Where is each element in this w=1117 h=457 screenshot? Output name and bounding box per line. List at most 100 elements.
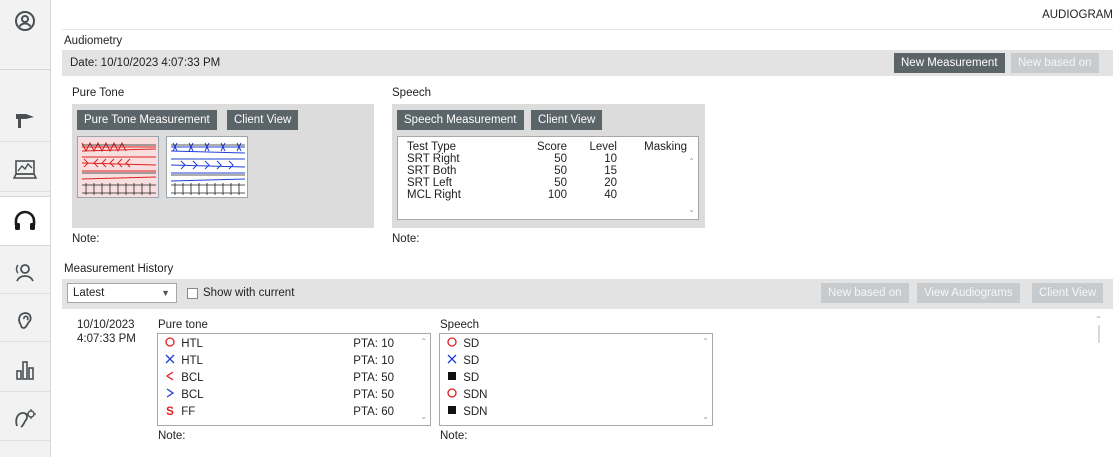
speech-box: Speech Measurement Client View Test Type…: [392, 104, 705, 228]
list-item-pta: PTA: 60: [353, 406, 394, 418]
list-item[interactable]: SDN: [444, 405, 487, 420]
list-item[interactable]: S FF PTA: 60: [162, 405, 394, 420]
measurement-date: Date: 10/10/2023 4:07:33 PM: [70, 57, 221, 69]
bar-chart-icon: [14, 359, 36, 381]
sidebar-item-otoscope[interactable]: [0, 98, 50, 142]
list-item-pta: PTA: 10: [353, 355, 394, 367]
list-item[interactable]: SD: [444, 354, 479, 369]
table-row[interactable]: MCL Right 100 40: [407, 189, 687, 201]
view-audiograms-button[interactable]: View Audiograms: [917, 283, 1020, 303]
history-panel: Latest ▼ Show with current New based on …: [62, 279, 1113, 457]
square-icon: [444, 405, 460, 420]
table-row[interactable]: SRT Both 50 15: [407, 165, 687, 177]
list-item-label: BCL: [181, 389, 204, 401]
list-item[interactable]: SD: [444, 337, 479, 352]
scroll-down-icon[interactable]: ⌄: [702, 412, 709, 421]
right-ear-audiogram-thumbnail[interactable]: [77, 136, 159, 198]
table-row[interactable]: SRT Right 50 10: [407, 153, 687, 165]
history-scrollbar[interactable]: [1098, 325, 1100, 343]
speech-label: Speech: [392, 87, 432, 99]
sidebar-item-speech[interactable]: [0, 250, 50, 294]
list-item-label: SD: [463, 355, 480, 367]
list-item[interactable]: SDN: [444, 388, 487, 403]
scroll-down-icon[interactable]: ⌄: [420, 412, 427, 421]
new-based-on-button[interactable]: New based on: [1011, 53, 1099, 73]
scroll-up-icon[interactable]: ⌃: [420, 337, 427, 346]
sidebar-item-ear[interactable]: [0, 298, 50, 342]
cross-icon: [444, 354, 460, 369]
pure-tone-label: Pure Tone: [72, 87, 125, 99]
speech-note-label: Note:: [392, 233, 420, 245]
list-item[interactable]: HTL PTA: 10: [162, 354, 394, 369]
cell-masking: [617, 177, 687, 189]
list-item-label: HTL: [181, 355, 203, 367]
col-score: Score: [536, 141, 567, 153]
circle-icon: [444, 337, 460, 352]
sidebar-item-statistics[interactable]: [0, 348, 50, 392]
page-title: AUDIOGRAM: [1042, 9, 1113, 21]
list-item-pta: PTA: 50: [353, 372, 394, 384]
history-entry[interactable]: 10/10/2023 4:07:33 PM Pure tone HTL PTA:…: [67, 315, 1108, 447]
show-with-current-label: Show with current: [203, 287, 295, 299]
scroll-down-icon[interactable]: ⌄: [688, 205, 695, 214]
pure-tone-client-view-button[interactable]: Client View: [227, 110, 299, 130]
history-speech-label: Speech: [440, 319, 480, 331]
headphones-icon: [13, 209, 37, 233]
history-speech-list[interactable]: SD SD SD SDN SDN ⌃ ⌄: [439, 333, 713, 426]
history-toolbar: Latest ▼ Show with current New based on …: [62, 279, 1113, 309]
cell-level: 40: [604, 189, 617, 201]
sidebar-item-audiogram[interactable]: [0, 196, 50, 246]
list-item[interactable]: SD: [444, 371, 479, 386]
cell-score: 50: [554, 153, 567, 165]
circle-icon: [162, 337, 178, 352]
sidebar: [0, 0, 51, 457]
show-with-current-checkbox[interactable]: [187, 288, 198, 299]
screen-graph-icon: [13, 159, 37, 181]
audiometry-section-label: Audiometry: [64, 35, 123, 47]
history-entry-date: 10/10/2023: [77, 319, 135, 331]
history-new-based-on-button[interactable]: New based on: [821, 283, 909, 303]
cell-level: 10: [604, 153, 617, 165]
chevron-down-icon: ▼: [161, 288, 170, 298]
pure-tone-measurement-button[interactable]: Pure Tone Measurement: [77, 110, 217, 130]
speech-table: Test Type Score Level Masking SRT Right …: [407, 141, 687, 201]
pure-tone-note-label: Note:: [72, 233, 100, 245]
user-circle-icon: [14, 10, 36, 32]
speech-measurement-button[interactable]: Speech Measurement: [397, 110, 524, 130]
history-client-view-button[interactable]: Client View: [1032, 283, 1104, 303]
list-item[interactable]: BCL PTA: 50: [162, 371, 394, 386]
cell-level: 15: [604, 165, 617, 177]
history-pure-tone-list[interactable]: HTL PTA: 10 HTL PTA: 10 BCL PTA: 50 BCL …: [157, 333, 431, 426]
audiometry-toolbar: Date: 10/10/2023 4:07:33 PM New Measurem…: [62, 50, 1113, 76]
table-row[interactable]: SRT Left 50 20: [407, 177, 687, 189]
list-item[interactable]: HTL PTA: 10: [162, 337, 394, 352]
speech-client-view-button[interactable]: Client View: [531, 110, 603, 130]
speaker-user-icon: [14, 261, 36, 283]
list-item-label: FF: [181, 406, 196, 418]
circle-icon: [444, 388, 460, 403]
sidebar-item-profile[interactable]: [0, 0, 50, 70]
history-entry-time: 4:07:33 PM: [77, 333, 136, 345]
ear-icon: [14, 309, 36, 331]
list-item-pta: PTA: 50: [353, 389, 394, 401]
speech-results-table[interactable]: Test Type Score Level Masking SRT Right …: [397, 136, 699, 220]
sidebar-item-hearing-aid[interactable]: [0, 397, 50, 441]
scroll-up-icon[interactable]: ⌃: [688, 157, 695, 166]
left-ear-audiogram-thumbnail[interactable]: [166, 136, 248, 198]
list-item[interactable]: BCL PTA: 50: [162, 388, 394, 403]
history-speech-note: Note:: [440, 430, 468, 442]
new-measurement-button[interactable]: New Measurement: [894, 53, 1005, 73]
sidebar-item-screening[interactable]: [0, 148, 50, 192]
history-pure-tone-label: Pure tone: [158, 319, 208, 331]
col-test-type: Test Type: [407, 141, 457, 153]
scroll-up-icon[interactable]: ⌃: [702, 337, 709, 346]
history-scroll-up-icon[interactable]: ⌃: [1095, 315, 1102, 324]
list-item-label: SDN: [463, 389, 488, 401]
list-item-label: SD: [463, 338, 480, 350]
list-item-label: BCL: [181, 372, 204, 384]
history-filter-select[interactable]: Latest ▼: [67, 283, 177, 303]
main-content: AUDIOGRAM Audiometry Date: 10/10/2023 4:…: [62, 0, 1113, 457]
title-divider: [62, 29, 1113, 30]
greater-than-icon: [162, 388, 178, 403]
list-item-label: SDN: [463, 406, 488, 418]
